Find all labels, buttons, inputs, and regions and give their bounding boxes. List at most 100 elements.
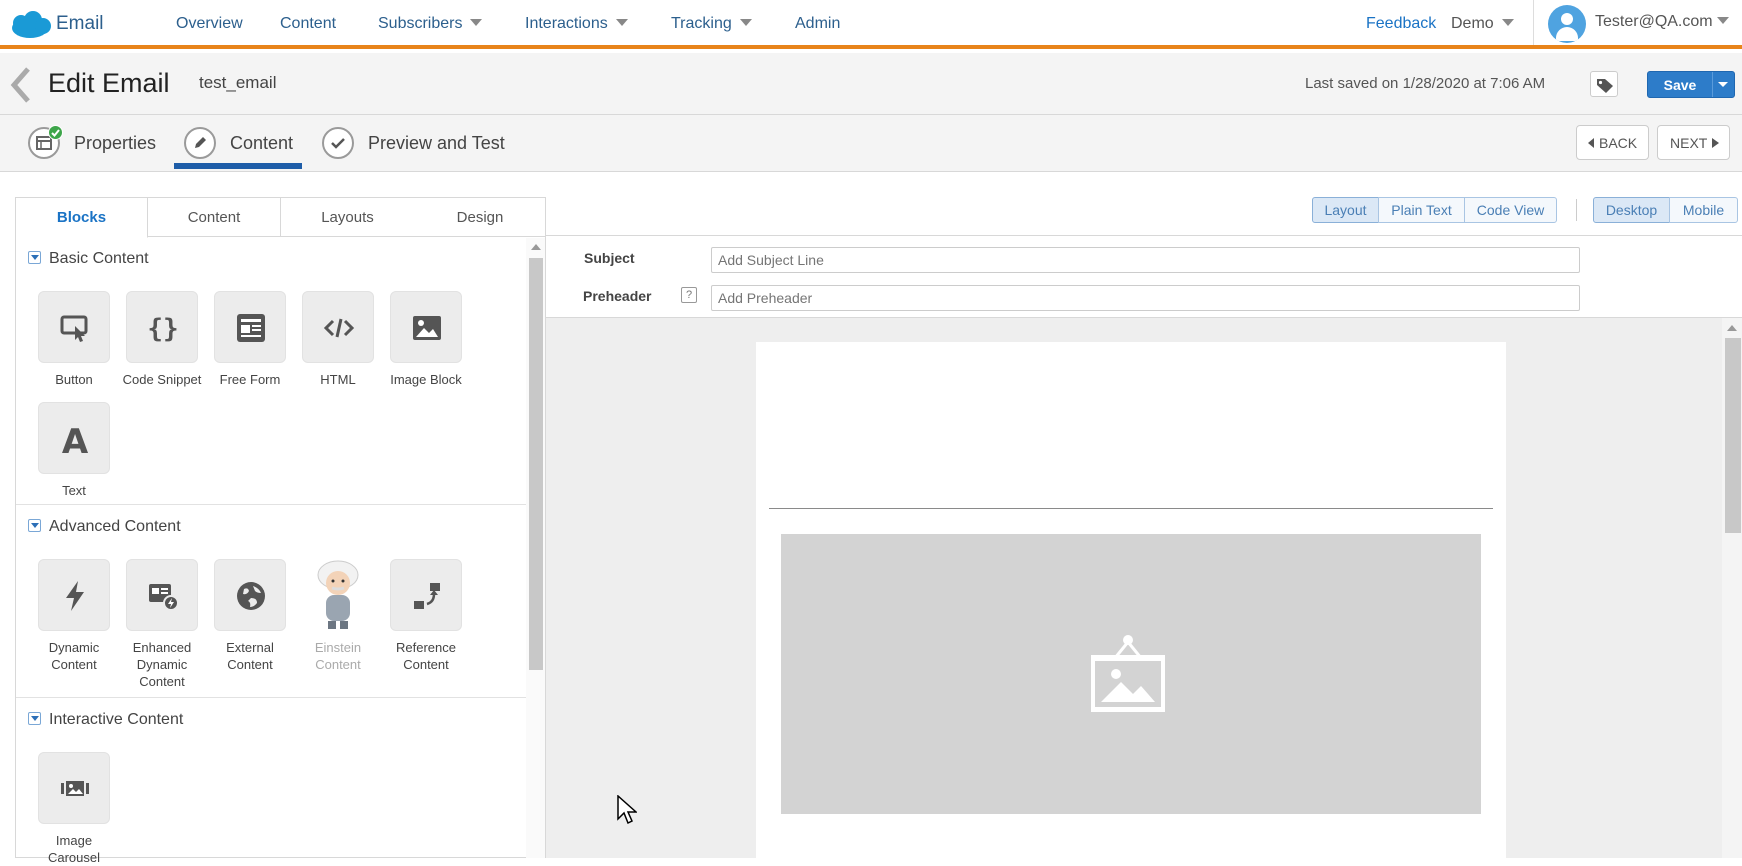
scroll-up-arrow-icon[interactable] [1727, 325, 1737, 331]
subject-preheader-area: Subject Preheader ? [546, 235, 1742, 318]
section-title: Advanced Content [49, 518, 181, 535]
user-email: Tester@QA.com [1595, 13, 1713, 30]
nav-subscribers[interactable]: Subscribers [378, 15, 483, 33]
block-label: Enhanced Dynamic Content [132, 640, 192, 689]
subject-label: Subject [584, 250, 635, 266]
section-advanced-content[interactable]: Advanced Content [28, 518, 181, 536]
app-title[interactable]: Email [56, 13, 104, 35]
nav-label: Tracking [671, 15, 732, 32]
device-label: Desktop [1605, 202, 1658, 218]
block-tile [302, 291, 374, 363]
salesforce-cloud-logo[interactable] [8, 11, 52, 41]
save-button[interactable]: Save [1647, 71, 1735, 98]
next-button[interactable]: NEXT [1657, 125, 1730, 160]
view-plain-text[interactable]: Plain Text [1378, 197, 1465, 223]
nav-label: Overview [176, 15, 243, 32]
reference-icon [414, 583, 440, 609]
section-title: Interactive Content [49, 711, 184, 728]
code-tag-icon [323, 318, 355, 338]
pencil-icon [184, 127, 216, 159]
block-label: Image Carousel [47, 833, 101, 865]
account-switcher[interactable]: Demo [1451, 15, 1514, 33]
image-icon [413, 316, 441, 340]
completed-check-icon [48, 125, 63, 140]
subject-input[interactable] [711, 247, 1580, 273]
section-interactive-content[interactable]: Interactive Content [28, 711, 183, 729]
preheader-input[interactable] [711, 285, 1580, 311]
nav-tracking[interactable]: Tracking [671, 15, 752, 33]
block-tile: {} [126, 291, 198, 363]
step-content[interactable]: Content [174, 115, 304, 172]
email-document[interactable] [756, 342, 1506, 858]
divider [1712, 72, 1713, 97]
chevron-down-icon[interactable] [1718, 82, 1728, 87]
help-icon[interactable]: ? [681, 287, 697, 303]
chevron-down-icon [739, 19, 752, 26]
blocks-panel: Blocks Content Layouts Design Basic Cont… [15, 197, 546, 865]
panel-tabs: Blocks Content Layouts Design [16, 198, 546, 238]
svg-text:A: A [62, 423, 89, 455]
nav-interactions[interactable]: Interactions [525, 15, 628, 33]
chevron-down-icon [1716, 17, 1729, 24]
collapse-toggle-icon[interactable] [28, 519, 41, 532]
block-tile [38, 752, 110, 824]
checkmark-icon [322, 127, 354, 159]
back-button[interactable]: BACK [1576, 125, 1649, 160]
collapse-toggle-icon[interactable] [28, 251, 41, 264]
panel-scrollbar[interactable] [526, 238, 545, 858]
divider-block[interactable] [769, 508, 1493, 509]
chevron-down-icon [1501, 19, 1514, 26]
scrollbar-thumb[interactable] [1725, 338, 1741, 533]
view-label: Layout [1324, 202, 1367, 218]
page-title: Edit Email [48, 68, 170, 98]
nav-label: Subscribers [378, 15, 463, 32]
canvas-scrollbar[interactable] [1722, 318, 1742, 858]
block-label: External Content [226, 640, 274, 672]
block-tile [390, 291, 462, 363]
nav-label: Admin [795, 15, 841, 32]
nav-admin[interactable]: Admin [795, 15, 840, 33]
tab-blocks[interactable]: Blocks [16, 198, 148, 238]
block-tile: A [38, 402, 110, 474]
block-label: Einstein Content [314, 640, 362, 672]
tab-content[interactable]: Content [148, 198, 281, 237]
divider [1576, 199, 1577, 221]
step-properties[interactable]: Properties [28, 115, 158, 172]
account-name: Demo [1451, 15, 1494, 32]
scroll-up-arrow-icon[interactable] [531, 244, 541, 250]
avatar[interactable] [1548, 5, 1586, 43]
step-preview-and-test[interactable]: Preview and Test [322, 115, 522, 172]
divider [16, 504, 526, 505]
collapse-toggle-icon[interactable] [28, 712, 41, 725]
nav-overview[interactable]: Overview [176, 15, 243, 33]
user-menu[interactable]: Tester@QA.com [1595, 13, 1729, 31]
chevron-down-icon [470, 19, 483, 26]
scrollbar-thumb[interactable] [529, 258, 543, 670]
block-label: Reference Content [396, 640, 456, 672]
image-placeholder-block[interactable] [781, 534, 1481, 814]
tab-layouts[interactable]: Layouts [281, 198, 414, 237]
block-label: Button [55, 372, 93, 387]
block-label: Code Snippet [122, 372, 202, 387]
top-navigation-bar: Email Overview Content Subscribers Inter… [0, 0, 1742, 49]
device-label: Mobile [1682, 202, 1725, 218]
tag-button[interactable] [1590, 71, 1618, 97]
feedback-link[interactable]: Feedback [1366, 15, 1436, 33]
free-form-icon [237, 314, 265, 342]
back-chevron-icon[interactable] [6, 65, 36, 105]
active-step-indicator [174, 163, 302, 169]
device-desktop[interactable]: Desktop [1593, 197, 1670, 223]
view-layout[interactable]: Layout [1312, 197, 1379, 223]
next-label: NEXT [1670, 135, 1708, 151]
tab-design[interactable]: Design [414, 198, 546, 237]
device-mobile[interactable]: Mobile [1669, 197, 1738, 223]
block-tile [126, 559, 198, 631]
page-header: Edit Email test_email Last saved on 1/28… [0, 53, 1742, 115]
curly-braces-icon: {} [147, 314, 178, 344]
block-tile [38, 559, 110, 631]
view-code-view[interactable]: Code View [1464, 197, 1557, 223]
section-basic-content[interactable]: Basic Content [28, 250, 149, 268]
block-tile [390, 559, 462, 631]
view-label: Code View [1476, 202, 1545, 218]
nav-content[interactable]: Content [280, 15, 336, 33]
